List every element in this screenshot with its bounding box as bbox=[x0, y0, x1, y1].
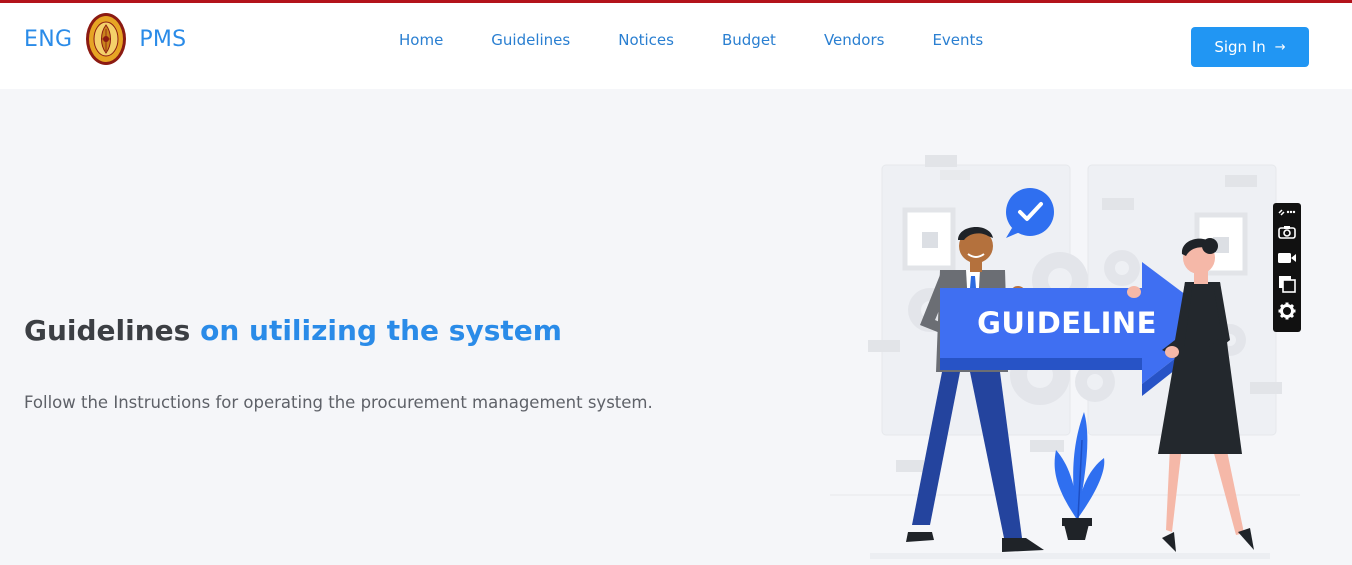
university-emblem-icon bbox=[86, 13, 127, 65]
nav-vendors[interactable]: Vendors bbox=[824, 31, 885, 49]
copy-icon[interactable] bbox=[1273, 272, 1301, 296]
gear-icon[interactable] bbox=[1273, 299, 1301, 323]
guideline-illustration: GUIDELINE bbox=[830, 155, 1300, 559]
video-icon[interactable] bbox=[1273, 246, 1301, 270]
site-header: ENG PMS Home Guidelines Notices Budget V… bbox=[0, 3, 1352, 89]
brand-logo-link[interactable]: ENG PMS bbox=[24, 11, 186, 67]
hero-subtitle: Follow the Instructions for operating th… bbox=[24, 393, 653, 412]
arrow-right-icon: → bbox=[1274, 39, 1286, 55]
nav-home[interactable]: Home bbox=[399, 31, 443, 49]
nav-guidelines[interactable]: Guidelines bbox=[491, 31, 570, 49]
hero-title-dark: Guidelines bbox=[24, 314, 191, 347]
sign-in-button[interactable]: Sign In → bbox=[1191, 27, 1309, 67]
banner-text: GUIDELINE bbox=[977, 306, 1157, 340]
nav-budget[interactable]: Budget bbox=[722, 31, 776, 49]
floating-capture-toolbar bbox=[1273, 203, 1301, 332]
link-more-icon[interactable] bbox=[1273, 204, 1301, 220]
nav-notices[interactable]: Notices bbox=[618, 31, 674, 49]
main-nav: Home Guidelines Notices Budget Vendors E… bbox=[399, 31, 1031, 49]
nav-events[interactable]: Events bbox=[932, 31, 983, 49]
brand-text-eng: ENG bbox=[24, 26, 73, 52]
hero-title: Guidelines on utilizing the system bbox=[24, 314, 562, 347]
camera-icon[interactable] bbox=[1273, 220, 1301, 244]
hero-title-blue: on utilizing the system bbox=[200, 314, 562, 347]
brand-text-pms: PMS bbox=[139, 26, 187, 52]
sign-in-label: Sign In bbox=[1214, 38, 1266, 56]
